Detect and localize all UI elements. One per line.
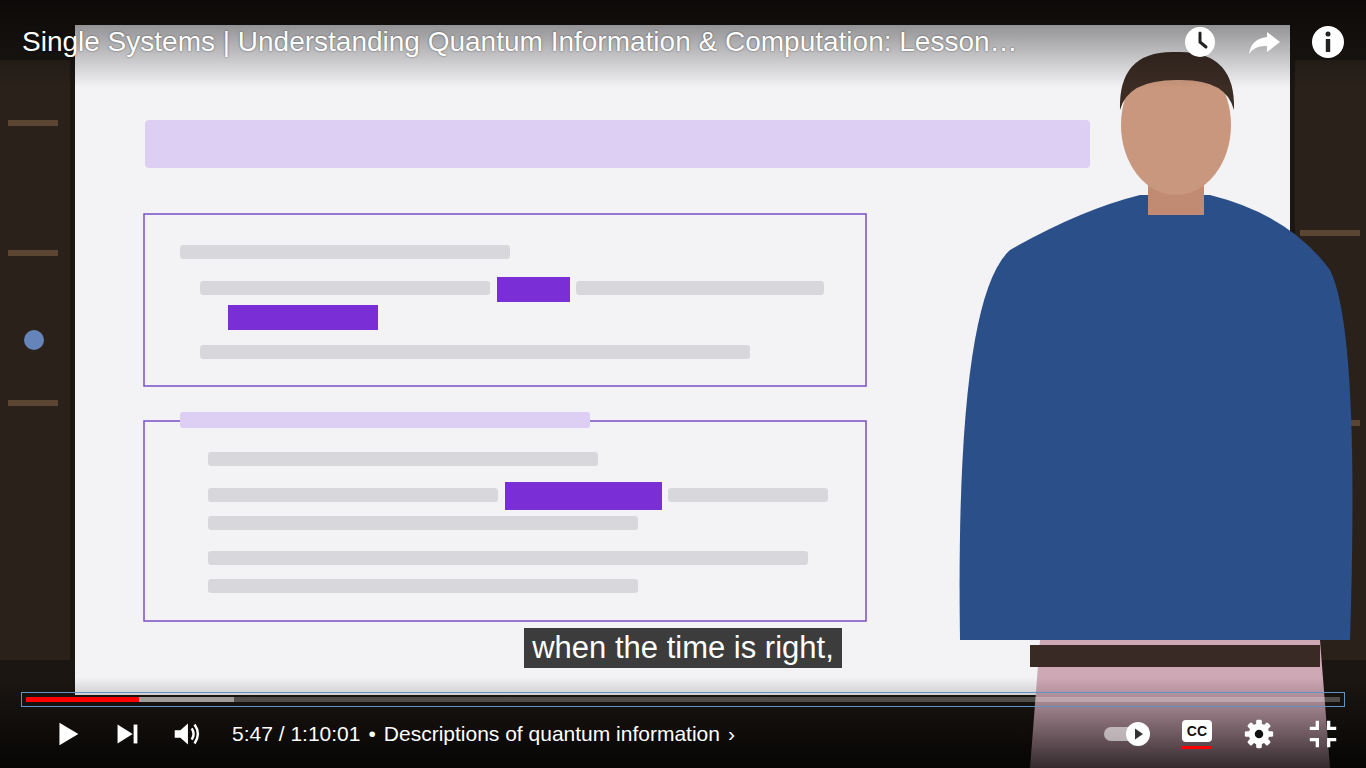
volume-icon[interactable] xyxy=(170,717,204,751)
video-title[interactable]: Single Systems | Understanding Quantum I… xyxy=(22,26,1166,58)
captions-button[interactable]: CC xyxy=(1182,720,1212,749)
info-icon[interactable] xyxy=(1310,24,1346,60)
exit-fullscreen-icon[interactable] xyxy=(1306,717,1340,751)
video-player[interactable]: Single Systems | Understanding Quantum I… xyxy=(0,0,1366,768)
watch-later-icon[interactable] xyxy=(1182,24,1218,60)
autoplay-toggle[interactable] xyxy=(1104,721,1152,747)
top-bar: Single Systems | Understanding Quantum I… xyxy=(0,0,1366,88)
next-icon[interactable] xyxy=(110,717,144,751)
chapter-button[interactable]: •Descriptions of quantum information› xyxy=(368,722,735,746)
caption-text: when the time is right, xyxy=(524,628,842,668)
share-icon[interactable] xyxy=(1246,24,1282,60)
played-fill xyxy=(26,697,139,702)
play-icon[interactable] xyxy=(50,717,84,751)
time-display: 5:47 / 1:10:01 xyxy=(232,722,360,746)
progress-bar[interactable] xyxy=(26,697,1340,702)
autoplay-play-icon xyxy=(1126,722,1150,746)
settings-gear-icon[interactable] xyxy=(1242,717,1276,751)
caption-area: when the time is right, xyxy=(0,628,1366,668)
control-bar: 5:47 / 1:10:01 •Descriptions of quantum i… xyxy=(0,677,1366,768)
